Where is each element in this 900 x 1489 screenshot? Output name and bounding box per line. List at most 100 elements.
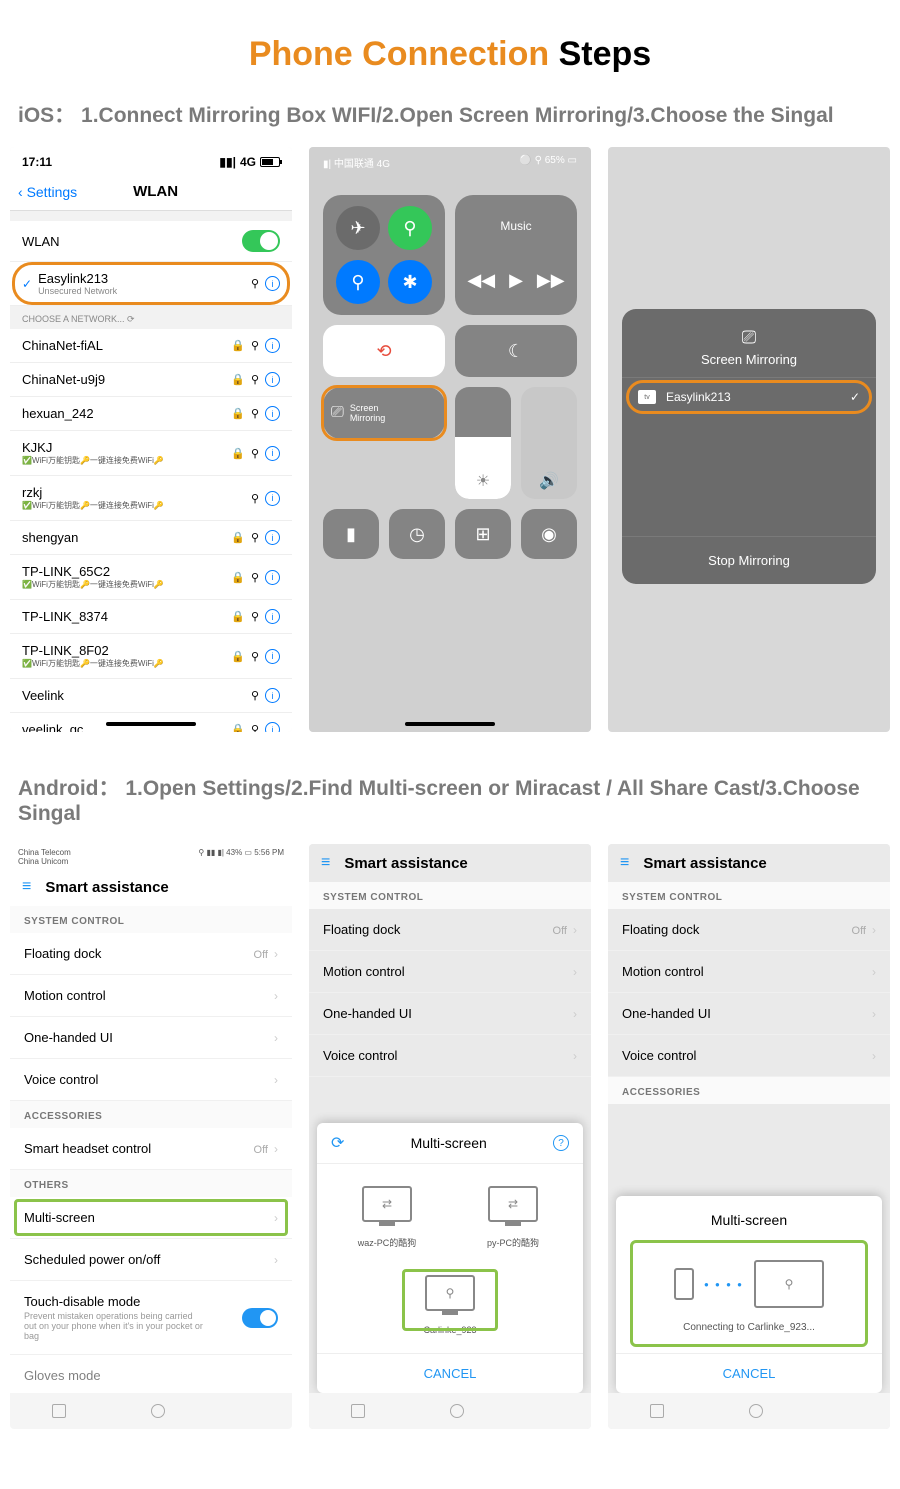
android-row: China TelecomChina Unicom ⚲ ▮▮ ▮| 43% ▭ … <box>10 844 890 1429</box>
network-item[interactable]: hexuan_242🔒⚲i <box>10 397 292 431</box>
wifi-icon: ⚲ <box>251 689 259 702</box>
stop-mirroring-button[interactable]: Stop Mirroring <box>622 536 876 584</box>
music-block[interactable]: Music ◀◀▶▶▶ <box>455 195 577 315</box>
brightness-icon: ☀ <box>476 471 490 491</box>
timer-icon[interactable]: ◷ <box>389 509 445 559</box>
play-icon[interactable]: ▶ <box>509 270 523 291</box>
android-navbar[interactable] <box>608 1393 890 1429</box>
info-icon[interactable]: i <box>265 688 280 703</box>
bluetooth-icon[interactable]: ✱ <box>388 260 432 304</box>
network-item[interactable]: TP-LINK_8374🔒⚲i <box>10 600 292 634</box>
connecting-dots-icon: ● ● ● ● <box>704 1280 744 1289</box>
camera-icon[interactable]: ◉ <box>521 509 577 559</box>
cancel-button[interactable]: CANCEL <box>616 1353 882 1393</box>
screen-mirroring-button[interactable]: ⎚ Screen Mirroring <box>323 387 445 439</box>
device-item[interactable]: ⇄waz-PC的酷狗 <box>333 1176 442 1255</box>
network-item[interactable]: rzkj✅WiFi万能钥匙🔑一键连接免费WiFi🔑⚲i <box>10 476 292 521</box>
info-icon[interactable]: i <box>265 491 280 506</box>
device-item[interactable]: ⚲Carlinke_923 <box>396 1265 505 1341</box>
wifi-icon: ⚲ <box>251 407 259 420</box>
info-icon[interactable]: i <box>265 570 280 585</box>
info-icon[interactable]: i <box>265 406 280 421</box>
info-icon[interactable]: i <box>265 372 280 387</box>
info-icon[interactable]: i <box>265 276 280 291</box>
mirror-device[interactable]: tv Easylink213 ✓ <box>622 377 876 416</box>
setting-item[interactable]: Voice control› <box>10 1059 292 1101</box>
section-header: ACCESSORIES <box>10 1101 292 1128</box>
check-icon: ✓ <box>22 277 32 291</box>
section-header: SYSTEM CONTROL <box>10 906 292 933</box>
next-icon[interactable]: ▶▶ <box>537 270 565 291</box>
ios-mirror-panel: ⎚ Screen Mirroring tv Easylink213 ✓ Stop… <box>608 147 890 732</box>
calculator-icon[interactable]: ⊞ <box>455 509 511 559</box>
menu-icon[interactable]: ≡ <box>22 878 31 896</box>
airplane-icon[interactable]: ✈ <box>336 206 380 250</box>
wifi-icon: ⚲ <box>251 492 259 505</box>
toggle[interactable] <box>242 1308 278 1328</box>
spinner-icon: ⟳ <box>127 314 135 324</box>
setting-item[interactable]: Multi-screen› <box>10 1197 292 1239</box>
volume-slider[interactable]: 🔊 <box>521 387 577 499</box>
connectivity-block[interactable]: ✈ ⚲ ⚲ ✱ <box>323 195 445 315</box>
volume-icon: 🔊 <box>539 471 559 491</box>
setting-item[interactable]: Floating dockOff› <box>10 933 292 975</box>
setting-item[interactable]: Touch-disable modePrevent mistaken opera… <box>10 1281 292 1355</box>
help-icon[interactable]: ? <box>553 1135 569 1151</box>
menu-icon[interactable]: ≡ <box>321 854 330 872</box>
connected-network[interactable]: ✓ Easylink213Unsecured Network ⚲i <box>10 262 292 306</box>
network-item[interactable]: shengyan🔒⚲i <box>10 521 292 555</box>
info-icon[interactable]: i <box>265 446 280 461</box>
setting-item[interactable]: Motion control› <box>10 975 292 1017</box>
tv-icon: ⚲ <box>754 1260 824 1308</box>
page-title: Phone Connection Steps <box>10 35 890 74</box>
setting-item[interactable]: One-handed UI› <box>10 1017 292 1059</box>
choose-network-header: CHOOSE A NETWORK... ⟳ <box>10 306 292 329</box>
lock-icon: 🔒 <box>231 407 245 420</box>
setting-item[interactable]: Smart headset controlOff› <box>10 1128 292 1170</box>
lock-icon: 🔒 <box>231 723 245 732</box>
recent-icon <box>52 1404 66 1418</box>
network-item[interactable]: KJKJ✅WiFi万能钥匙🔑一键连接免费WiFi🔑🔒⚲i <box>10 431 292 476</box>
network-item[interactable]: TP-LINK_8F02✅WiFi万能钥匙🔑一键连接免费WiFi🔑🔒⚲i <box>10 634 292 679</box>
wifi-icon: ⚲ <box>251 531 259 544</box>
nav-bar: ≡ Smart assistance <box>10 868 292 906</box>
android-multiscreen-picker: ≡ Smart assistance SYSTEM CONTROLFloatin… <box>309 844 591 1429</box>
lock-icon: 🔒 <box>231 373 245 386</box>
info-icon[interactable]: i <box>265 338 280 353</box>
wifi-icon: ⚲ <box>251 723 259 732</box>
cancel-button[interactable]: CANCEL <box>317 1353 583 1393</box>
brightness-slider[interactable]: ☀ <box>455 387 511 499</box>
device-item[interactable]: ⇄py-PC的酷狗 <box>459 1176 568 1255</box>
android-navbar[interactable] <box>309 1393 591 1429</box>
dnd-icon[interactable]: ☾ <box>455 325 577 377</box>
mirror-title: Screen Mirroring <box>622 352 876 367</box>
section-header: OTHERS <box>10 1170 292 1197</box>
info-icon[interactable]: i <box>265 722 280 732</box>
network-item[interactable]: ChinaNet-fiAL🔒⚲i <box>10 329 292 363</box>
wlan-toggle[interactable] <box>242 230 280 252</box>
flashlight-icon[interactable]: ▮ <box>323 509 379 559</box>
info-icon[interactable]: i <box>265 649 280 664</box>
network-item[interactable]: TP-LINK_65C2✅WiFi万能钥匙🔑一键连接免费WiFi🔑🔒⚲i <box>10 555 292 600</box>
info-icon[interactable]: i <box>265 609 280 624</box>
android-settings-screen: China TelecomChina Unicom ⚲ ▮▮ ▮| 43% ▭ … <box>10 844 292 1429</box>
android-navbar[interactable] <box>10 1393 292 1429</box>
check-icon: ✓ <box>850 390 860 404</box>
menu-icon[interactable]: ≡ <box>620 854 629 872</box>
setting-item[interactable]: Scheduled power on/off› <box>10 1239 292 1281</box>
phone-icon <box>674 1268 694 1300</box>
tv-icon: tv <box>638 390 656 404</box>
rotation-lock-icon[interactable]: ⟲ <box>323 325 445 377</box>
wifi-icon[interactable]: ⚲ <box>336 260 380 304</box>
prev-icon[interactable]: ◀◀ <box>467 270 495 291</box>
wifi-icon: ⚲ <box>251 447 259 460</box>
cellular-icon[interactable]: ⚲ <box>388 206 432 250</box>
refresh-icon[interactable]: ⟳ <box>331 1133 344 1153</box>
setting-item[interactable]: Gloves mode <box>10 1355 292 1397</box>
ios-wlan-screen: 17:11 ▮▮|4G ‹ Settings WLAN WLAN ✓ Easyl… <box>10 147 292 732</box>
network-item[interactable]: ChinaNet-u9j9🔒⚲i <box>10 363 292 397</box>
network-item[interactable]: Veelink⚲i <box>10 679 292 713</box>
wifi-icon: ⚲ <box>251 277 259 290</box>
info-icon[interactable]: i <box>265 530 280 545</box>
wlan-toggle-row[interactable]: WLAN <box>10 221 292 262</box>
